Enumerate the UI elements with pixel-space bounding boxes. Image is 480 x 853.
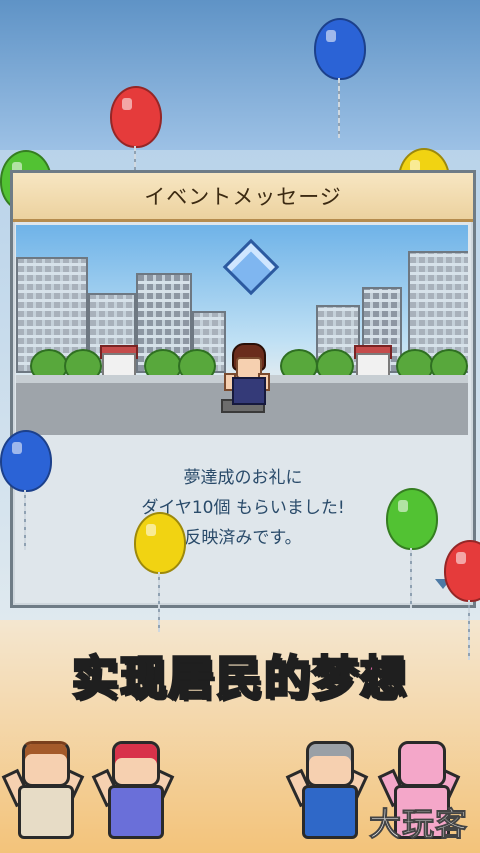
resident-character-2 bbox=[91, 733, 175, 853]
event-scene-image bbox=[16, 225, 468, 435]
banner-text-part2: 梦想 bbox=[311, 650, 408, 707]
head bbox=[306, 741, 354, 787]
promo-banner: 实现居民的梦想 bbox=[0, 642, 480, 722]
torso bbox=[108, 785, 164, 839]
torso bbox=[18, 785, 74, 839]
resident-character-1 bbox=[1, 733, 85, 853]
dialog-title: イベントメッセージ bbox=[13, 173, 473, 222]
balloon-yellow-center bbox=[134, 512, 186, 632]
banner-text-part1: 实现居民的 bbox=[71, 650, 312, 707]
torso bbox=[302, 785, 358, 839]
balloon-blue-top bbox=[314, 18, 366, 138]
head bbox=[22, 741, 70, 787]
diamond-icon bbox=[222, 238, 280, 296]
head bbox=[112, 741, 160, 787]
balloon-red-top bbox=[110, 86, 162, 206]
watermark-logo: 大玩客 bbox=[368, 804, 468, 844]
character-body bbox=[232, 377, 266, 405]
resident-character bbox=[224, 343, 270, 413]
balloon-green-right bbox=[386, 488, 438, 608]
balloon-blue-left bbox=[0, 430, 52, 550]
head bbox=[398, 741, 446, 787]
resident-character-3 bbox=[285, 733, 369, 853]
